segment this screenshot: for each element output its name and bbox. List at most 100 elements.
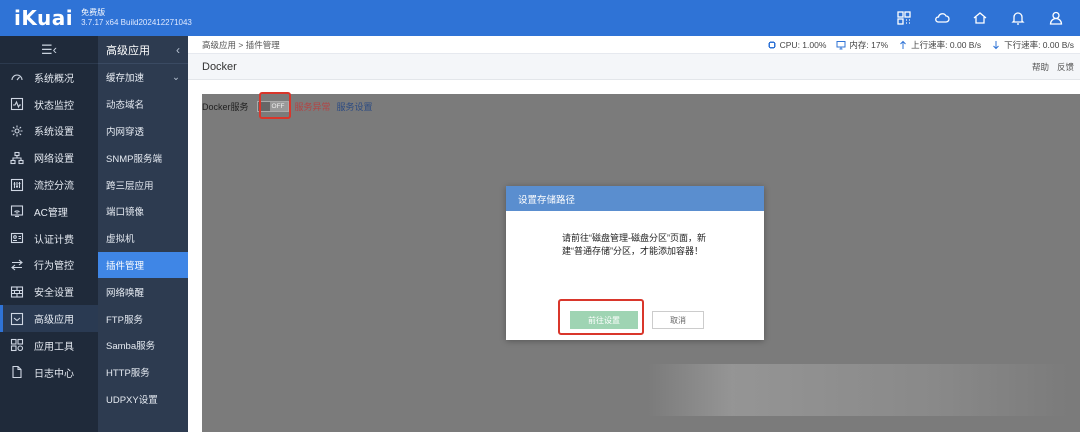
sidebar-item-label: 状态监控 [34,100,74,112]
sidebar-item[interactable]: AC管理 [0,198,98,225]
sidebar-item[interactable]: 行为管控 [0,252,98,279]
version-info: 免费版 3.7.17 x64 Build202412271043 [81,8,192,28]
sidebar-item[interactable]: 应用工具 [0,332,98,359]
sub-sidebar-item-label: 插件管理 [106,260,145,272]
help-link[interactable]: 帮助 [1032,61,1049,73]
sub-sidebar-item-label: Samba服务 [106,341,156,353]
sidebar-item-label: 安全设置 [34,288,74,300]
sidebar-item[interactable]: 日志中心 [0,359,98,386]
cancel-button[interactable]: 取消 [652,311,704,329]
cloud-icon[interactable] [934,10,950,26]
sub-sidebar-item[interactable]: 跨三层应用 [98,171,188,198]
sidebar-item-label: 日志中心 [34,368,74,380]
home-icon[interactable] [972,10,988,26]
page-title-bar: Docker 帮助 反馈 [188,54,1080,80]
tools-grid-icon [10,338,24,352]
download-value: 下行速率: 0.00 B/s [1004,39,1074,50]
edition-label: 免费版 [81,8,106,17]
sub-sidebar-item-label: HTTP服务 [106,368,150,380]
sidebar-item[interactable]: 网络设置 [0,144,98,171]
sidebar-item[interactable]: 状态监控 [0,91,98,118]
sidebar-item-label: 认证计费 [34,234,74,246]
sub-sidebar-item[interactable]: 动态域名 [98,91,188,118]
breadcrumb[interactable]: 高级应用 > 插件管理 [202,39,280,51]
memory-stat: 内存: 17% [836,39,888,51]
sub-sidebar-item-label: 跨三层应用 [106,180,154,192]
firewall-icon [10,285,24,299]
service-status: 服务异常 [294,102,331,112]
monitor-icon [836,40,846,50]
title-links: 帮助 反馈 [1032,61,1074,73]
grid-apps-icon[interactable] [896,10,912,26]
sub-sidebar-item-label: 虚拟机 [106,234,135,246]
sub-sidebar-item[interactable]: Samba服务 [98,332,188,359]
sub-sidebar-item[interactable]: 插件管理 [98,251,188,279]
sidebar-item[interactable]: 认证计费 [0,225,98,252]
sub-sidebar-item[interactable]: UDPXY设置 [98,386,188,413]
wifi-ap-icon [10,204,24,218]
swap-arrows-icon [10,258,24,272]
sub-sidebar-item[interactable]: 网络唤醒 [98,278,188,305]
highlight-box-toggle [259,92,291,119]
upload-stat: 上行速率: 0.00 B/s [898,39,981,51]
sidebar-item[interactable]: 流控分流 [0,171,98,198]
arrow-down-icon [991,40,1001,50]
chevron-left-icon[interactable]: ‹ [176,43,180,57]
docker-service-label: Docker服务 [202,102,249,112]
sub-sidebar-item-label: SNMP服务端 [106,153,162,165]
sidebar-item[interactable]: 系统设置 [0,118,98,145]
top-icons [896,0,1064,36]
service-settings-link[interactable]: 服务设置 [337,100,373,113]
breadcrumb-bar: 高级应用 > 插件管理 CPU: 1.00% 内存: 17% 上行速率: 0.0… [188,36,1080,54]
sidebar-toggle-button[interactable]: ☰‹ [0,36,98,64]
storage-path-dialog: 设置存储路径 请前往“磁盘管理-磁盘分区”页面，新建“普通存储”分区，才能添加容… [506,186,764,340]
sub-sidebar-item-label: 缓存加速 [106,73,145,85]
sub-sidebar: 高级应用 ‹ 缓存加速 ⌄ 动态域名内网穿透 SNMP服务端 跨三层应用端口镜像虚拟机插… [98,36,188,432]
chevron-down-icon[interactable]: ⌄ [172,72,180,83]
dialog-message: 请前往“磁盘管理-磁盘分区”页面，新建“普通存储”分区，才能添加容器！ [562,233,706,256]
download-stat: 下行速率: 0.00 B/s [991,39,1074,51]
sub-sidebar-item[interactable]: SNMP服务端 [98,144,188,171]
cpu-value: CPU: 1.00% [779,39,827,50]
memory-value: 内存: 17% [849,39,889,50]
sidebar-item-label: AC管理 [34,207,68,219]
build-label: 3.7.17 x64 Build202412271043 [81,18,192,27]
upload-value: 上行速率: 0.00 B/s [911,39,982,50]
sub-sidebar-item[interactable]: 虚拟机 [98,225,188,252]
sub-sidebar-item[interactable]: FTP服务 [98,305,188,332]
gear-icon [10,124,24,138]
sidebar-item[interactable]: 安全设置 [0,278,98,305]
sub-sidebar-item-label: 网络唤醒 [106,287,145,299]
sub-sidebar-item-label: 内网穿透 [106,126,145,138]
id-card-icon [10,231,24,245]
feedback-link[interactable]: 反馈 [1057,61,1074,73]
sidebar-item[interactable]: 高级应用 [0,305,98,332]
main-content: 高级应用 > 插件管理 CPU: 1.00% 内存: 17% 上行速率: 0.0… [188,36,1080,432]
cpu-icon [767,40,777,50]
bell-icon[interactable] [1010,10,1026,26]
system-stats: CPU: 1.00% 内存: 17% 上行速率: 0.00 B/s 下行速率: … [767,39,1074,51]
highlight-box-confirm [558,299,644,335]
sub-sidebar-item[interactable]: 缓存加速 ⌄ [98,64,188,91]
sliders-icon [10,178,24,192]
sub-sidebar-title: 高级应用 [106,44,150,57]
pulse-icon [10,97,24,111]
sidebar-item-label: 行为管控 [34,261,74,273]
sub-sidebar-item-label: FTP服务 [106,314,143,326]
modal-overlay: Docker服务 OFF 服务异常 服务设置 设置存储路径 请前往“磁盘管理-磁… [202,92,1080,432]
sub-sidebar-item[interactable]: 端口镜像 [98,198,188,225]
sub-sidebar-item-label: 端口镜像 [106,207,145,219]
sub-sidebar-item-label: 动态域名 [106,100,145,112]
user-icon[interactable] [1048,10,1064,26]
sub-sidebar-header[interactable]: 高级应用 ‹ [98,36,188,64]
document-icon [10,365,24,379]
sub-sidebar-item[interactable]: HTTP服务 [98,359,188,386]
sub-sidebar-item[interactable]: 内网穿透 [98,118,188,145]
page-title: Docker [202,60,237,73]
network-icon [10,151,24,165]
logo-text: iKuai [14,6,74,30]
brand-logo[interactable]: iKuai 免费版 3.7.17 x64 Build202412271043 [0,6,192,30]
sidebar-item[interactable]: 系统概况 [0,64,98,91]
sidebar-item-label: 应用工具 [34,341,74,353]
speedometer-icon [10,70,24,84]
